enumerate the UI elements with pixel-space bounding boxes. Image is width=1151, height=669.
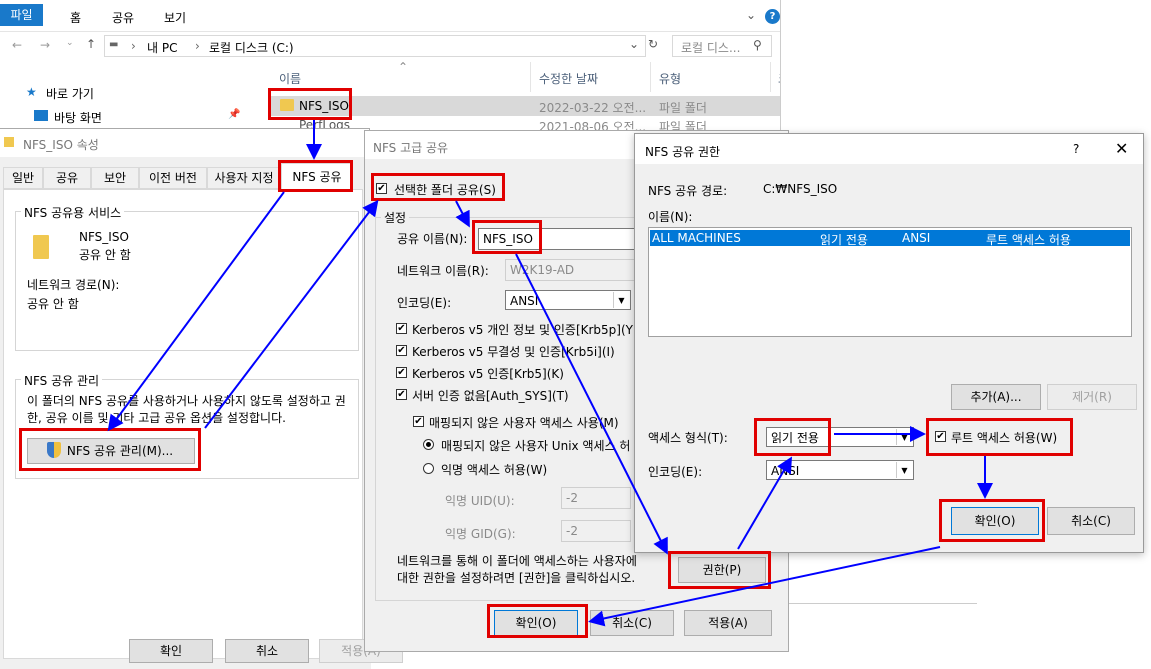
annotation-arrows xyxy=(107,120,993,627)
